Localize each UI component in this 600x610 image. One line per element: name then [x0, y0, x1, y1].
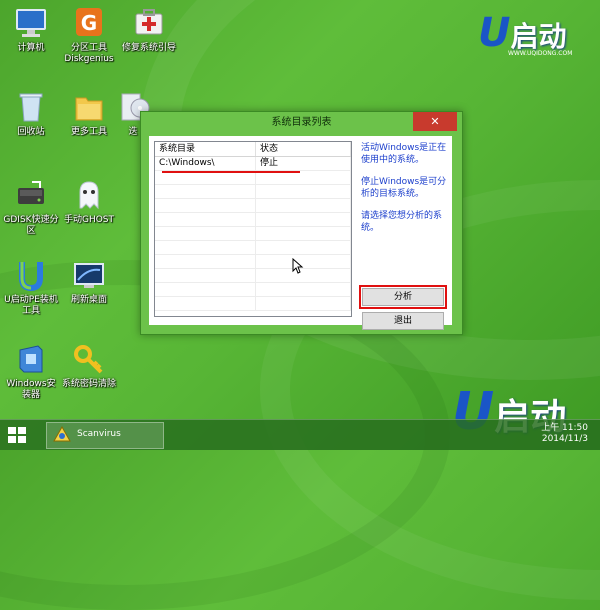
desktop-icon-more-tools[interactable]: 更多工具: [58, 90, 120, 138]
taskbar: Scanvirus 上午 11:50 2014/11/3: [0, 419, 600, 450]
info-active-text: 活动Windows是正在使用中的系统。: [361, 143, 447, 165]
close-button[interactable]: ✕: [413, 112, 457, 131]
exit-button[interactable]: 退出: [362, 312, 444, 330]
desktop-icon-label: 手动GHOST: [63, 215, 115, 225]
system-list-view[interactable]: 系统目录 状态 C:\Windows\ 停止: [154, 141, 352, 317]
desktop-icon-label: 回收站: [17, 127, 45, 137]
empty-row: [155, 283, 351, 297]
start-button[interactable]: [8, 427, 26, 443]
diskgenius-icon: G: [72, 6, 106, 40]
info-panel: 活动Windows是正在使用中的系统。 停止Windows是可分析的目标系统。 …: [361, 142, 449, 244]
key-icon: [72, 342, 106, 376]
red-underline-annotation: [162, 171, 300, 173]
desktop-icon-label: 计算机: [17, 43, 45, 53]
desktop-icon-manual-ghost[interactable]: 手动GHOST: [58, 178, 120, 226]
empty-row: [155, 227, 351, 241]
info-select-text: 请选择您想分析的系统。: [361, 211, 443, 233]
system-clock[interactable]: 上午 11:50 2014/11/3: [541, 423, 588, 445]
first-aid-kit-icon: [132, 6, 166, 40]
desktop-icon-label: U启动PE装机 工具: [4, 295, 58, 316]
desktop-icon-gdisk[interactable]: GDISK快速分 区: [0, 178, 62, 237]
taskbar-item-scanvirus[interactable]: Scanvirus: [46, 422, 164, 449]
info-stopped-text: 停止Windows是可分析的目标系统。: [361, 177, 447, 199]
desktop-icon-label: Windows安 装器: [6, 379, 56, 400]
windows-logo-icon: [8, 427, 16, 434]
folder-icon: [72, 90, 106, 124]
analyze-button[interactable]: 分析: [362, 288, 444, 306]
desktop-icon-diskgenius[interactable]: G 分区工具 Diskgenius: [58, 6, 120, 65]
mouse-cursor-icon: [292, 257, 304, 277]
clock-date: 2014/11/3: [541, 434, 588, 444]
brand-u-letter: U: [478, 10, 511, 56]
empty-row: [155, 241, 351, 255]
desktop-icon-label: 修复系统引导: [121, 43, 176, 53]
taskbar-item-label: Scanvirus: [77, 429, 121, 439]
desktop-icon-label: 系统密码清除: [61, 379, 116, 389]
column-header-directory[interactable]: 系统目录: [155, 142, 256, 156]
empty-row: [155, 171, 351, 185]
column-header-status[interactable]: 状态: [256, 142, 351, 156]
empty-row: [155, 255, 351, 269]
desktop-icon-password-clear[interactable]: 系统密码清除: [58, 342, 120, 390]
desktop-icon-label: GDISK快速分 区: [3, 215, 59, 236]
desktop-icon-recycle-bin[interactable]: 回收站: [0, 90, 62, 138]
desktop-icon-computer[interactable]: 计算机: [0, 6, 62, 54]
desktop-icon-label: 刷新桌面: [70, 295, 107, 305]
svg-text:G: G: [81, 11, 97, 35]
clock-time: 上午 11:50: [541, 423, 588, 433]
brand-logo-top: U启动 WWW.UQIDONG.COM: [478, 10, 572, 57]
list-header: 系统目录 状态: [155, 142, 351, 157]
desktop-icon-label: 分区工具 Diskgenius: [64, 43, 114, 64]
empty-row: [155, 199, 351, 213]
system-directory-dialog: 系统目录列表 ✕ 系统目录 状态 C:\Windows\ 停止 活动Window…: [140, 111, 463, 335]
row-directory-cell: C:\Windows\: [155, 157, 256, 170]
desktop-icon-refresh-desktop[interactable]: 刷新桌面: [58, 258, 120, 306]
brand-url: WWW.UQIDONG.COM: [508, 50, 573, 57]
close-icon: ✕: [430, 115, 440, 128]
installer-box-icon: [14, 342, 48, 376]
dialog-body: 系统目录 状态 C:\Windows\ 停止 活动Windows是正在使用中的系…: [149, 136, 452, 330]
empty-row: [155, 297, 351, 311]
monitor-icon: [72, 258, 106, 292]
gdisk-icon: [14, 178, 48, 212]
desktop-icon-windows-installer[interactable]: Windows安 装器: [0, 342, 62, 401]
table-row[interactable]: C:\Windows\ 停止: [155, 157, 351, 171]
scanvirus-icon: [53, 425, 71, 447]
computer-icon: [14, 6, 48, 40]
ghost-icon: [72, 178, 106, 212]
desktop-icon-repair-boot[interactable]: 修复系统引导: [118, 6, 180, 54]
row-status-cell: 停止: [256, 157, 351, 170]
recycle-bin-icon: [14, 90, 48, 124]
brand-text: 启动: [510, 20, 567, 53]
desktop-icon-label: 更多工具: [70, 127, 107, 137]
desktop-icon-uqidong-pe[interactable]: U启动PE装机 工具: [0, 258, 62, 317]
uqidong-logo-icon: [14, 258, 48, 292]
empty-row: [155, 213, 351, 227]
empty-row: [155, 185, 351, 199]
empty-row: [155, 269, 351, 283]
